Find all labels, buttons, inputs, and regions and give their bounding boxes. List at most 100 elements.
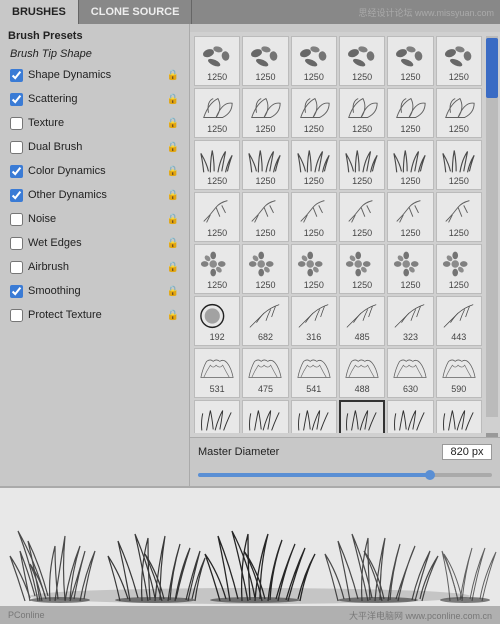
brush-cell[interactable]: 1053 <box>387 400 433 433</box>
checkbox-smoothing[interactable] <box>10 285 23 298</box>
option-other-dynamics[interactable]: Other Dynamics 🔒 <box>8 184 181 206</box>
option-airbrush[interactable]: Airbrush 🔒 <box>8 256 181 278</box>
brush-cell[interactable]: 1250 <box>291 192 337 242</box>
option-dual-brush[interactable]: Dual Brush 🔒 <box>8 136 181 158</box>
brush-cell[interactable]: 1250 <box>436 244 482 294</box>
brush-cell[interactable]: 1250 <box>242 88 288 138</box>
brush-preview-image <box>344 93 380 123</box>
brush-cell[interactable]: 1250 <box>339 244 385 294</box>
checkbox-dual-brush[interactable] <box>10 141 23 154</box>
scroll-up-arrow[interactable]: ▲ <box>486 433 498 437</box>
brush-cell[interactable]: 1250 <box>436 140 482 190</box>
brush-cell[interactable]: 485 <box>339 296 385 346</box>
label-airbrush: Airbrush <box>28 261 162 273</box>
label-protect-texture: Protect Texture <box>28 309 162 321</box>
brush-cell[interactable]: 323 <box>387 296 433 346</box>
brush-cell[interactable]: 1250 <box>387 88 433 138</box>
brush-cell[interactable]: 475 <box>242 348 288 398</box>
checkbox-shape-dynamics[interactable] <box>10 69 23 82</box>
brush-cell[interactable]: 1250 <box>194 88 240 138</box>
checkbox-color-dynamics[interactable] <box>10 165 23 178</box>
brush-cell[interactable]: 514 <box>194 400 240 433</box>
option-color-dynamics[interactable]: Color Dynamics 🔒 <box>8 160 181 182</box>
brush-cell[interactable]: 1250 <box>291 88 337 138</box>
brush-preview-image <box>296 93 332 123</box>
checkbox-texture[interactable] <box>10 117 23 130</box>
option-scattering[interactable]: Scattering 🔒 <box>8 88 181 110</box>
tab-bar: BRUSHES CLONE SOURCE 思经设计论坛 www.missyuan… <box>0 0 500 24</box>
brush-cell[interactable]: 1250 <box>339 88 385 138</box>
lock-icon-shape-dynamics: 🔒 <box>167 70 179 81</box>
tab-clone-source[interactable]: CLONE SOURCE <box>79 0 193 24</box>
brush-cell[interactable]: 316 <box>291 296 337 346</box>
brush-cell[interactable]: 1250 <box>436 192 482 242</box>
tab-brushes[interactable]: BRUSHES <box>0 0 79 24</box>
brush-cell[interactable]: 488 <box>339 348 385 398</box>
brush-cell[interactable]: 210 <box>436 400 482 433</box>
option-texture[interactable]: Texture 🔒 <box>8 112 181 134</box>
brush-cell[interactable]: 192 <box>194 296 240 346</box>
option-protect-texture[interactable]: Protect Texture 🔒 <box>8 304 181 326</box>
brush-number: 1250 <box>449 124 469 134</box>
brush-number: 1250 <box>449 228 469 238</box>
label-texture: Texture <box>28 117 162 129</box>
option-shape-dynamics[interactable]: Shape Dynamics 🔒 <box>8 64 181 86</box>
brush-cell[interactable]: 541 <box>291 348 337 398</box>
brush-cell[interactable]: 1250 <box>291 244 337 294</box>
tab-spacer <box>192 0 352 24</box>
brush-number: 1250 <box>449 280 469 290</box>
brush-cell[interactable]: 1250 <box>194 140 240 190</box>
option-wet-edges[interactable]: Wet Edges 🔒 <box>8 232 181 254</box>
brush-cell[interactable]: 1250 <box>291 140 337 190</box>
brush-cell[interactable]: 590 <box>436 348 482 398</box>
brush-cell[interactable]: 1250 <box>242 244 288 294</box>
brush-cell[interactable]: 1250 <box>387 244 433 294</box>
brush-cell[interactable]: 1250 <box>387 192 433 242</box>
brush-cell[interactable]: 630 <box>387 348 433 398</box>
brush-cell[interactable]: 1250 <box>387 36 433 86</box>
diameter-slider[interactable] <box>198 473 492 477</box>
lock-icon-noise: 🔒 <box>167 214 179 225</box>
brush-preview-image <box>199 301 235 331</box>
brush-number: 1250 <box>449 72 469 82</box>
checkbox-wet-edges[interactable] <box>10 237 23 250</box>
checkbox-protect-texture[interactable] <box>10 309 23 322</box>
brush-grid: 1250 1250 1250 1250 1250 1250 <box>194 36 496 433</box>
brush-number: 531 <box>210 384 225 394</box>
brush-cell[interactable]: 225 <box>291 400 337 433</box>
right-panel: 1250 1250 1250 1250 1250 1250 <box>190 24 500 486</box>
brush-cell[interactable]: 1250 <box>339 36 385 86</box>
scroll-arrows: ▲ ▼ <box>486 433 498 437</box>
brush-cell[interactable]: 1250 <box>194 192 240 242</box>
brush-cell[interactable]: 1250 <box>339 140 385 190</box>
scrollbar-thumb[interactable] <box>486 38 498 98</box>
brush-preview-image <box>296 145 332 175</box>
brush-preview-image <box>199 353 235 383</box>
lock-icon-other-dynamics: 🔒 <box>167 190 179 201</box>
brush-cell[interactable]: 682 <box>242 296 288 346</box>
option-smoothing[interactable]: Smoothing 🔒 <box>8 280 181 302</box>
brush-preview-image <box>344 249 380 279</box>
brush-cell[interactable]: 1250 <box>194 36 240 86</box>
brush-cell[interactable]: 1250 <box>242 140 288 190</box>
checkbox-noise[interactable] <box>10 213 23 226</box>
brush-cell[interactable]: 1250 <box>242 36 288 86</box>
lock-icon-wet-edges: 🔒 <box>167 238 179 249</box>
brush-cell[interactable]: 1250 <box>436 36 482 86</box>
brush-preview-image <box>344 405 380 434</box>
checkbox-airbrush[interactable] <box>10 261 23 274</box>
brush-cell[interactable]: 1250 <box>194 244 240 294</box>
brush-preview-image <box>247 405 283 434</box>
brush-cell[interactable]: 1250 <box>339 192 385 242</box>
option-noise[interactable]: Noise 🔒 <box>8 208 181 230</box>
brush-cell[interactable]: 531 <box>194 348 240 398</box>
checkbox-scattering[interactable] <box>10 93 23 106</box>
brush-cell[interactable]: 443 <box>436 296 482 346</box>
brush-cell[interactable]: 542 <box>242 400 288 433</box>
checkbox-other-dynamics[interactable] <box>10 189 23 202</box>
brush-cell[interactable]: 1250 <box>387 140 433 190</box>
brush-cell[interactable]: 1250 <box>436 88 482 138</box>
brush-cell[interactable]: 1250 <box>242 192 288 242</box>
brush-cell[interactable]: 1250 <box>291 36 337 86</box>
brush-cell[interactable]: 820 <box>339 400 385 433</box>
